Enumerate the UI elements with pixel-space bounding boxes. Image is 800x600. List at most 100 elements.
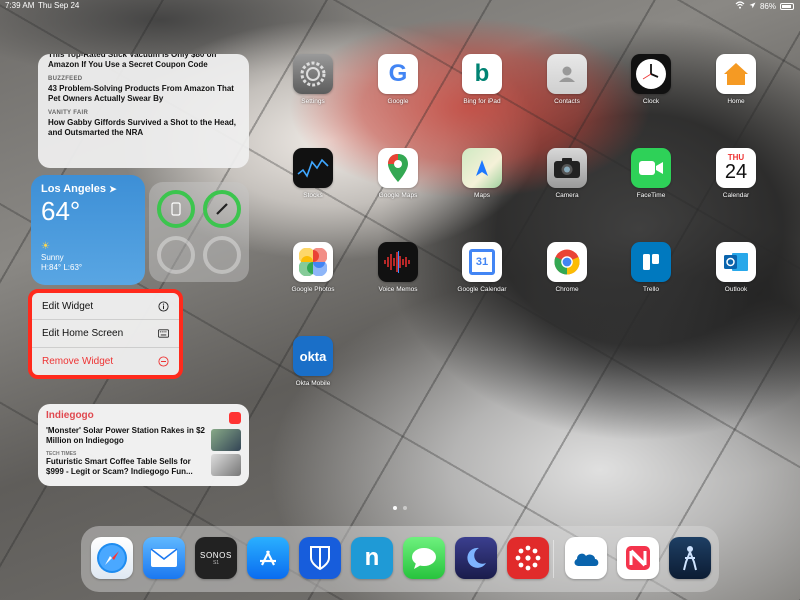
kindle-icon[interactable] — [669, 537, 711, 579]
news-thumbnail — [211, 429, 241, 451]
info-icon — [158, 301, 169, 312]
news-source: BUZZFEED — [48, 76, 83, 82]
status-time: 7:39 AM — [5, 1, 35, 10]
app-camera[interactable]: Camera — [537, 148, 597, 199]
page-indicator[interactable] — [393, 506, 407, 510]
app-clock[interactable]: Clock — [621, 54, 681, 105]
app-label: Outlook — [724, 286, 748, 293]
app-settings[interactable]: Settings — [283, 54, 343, 105]
status-bar: 7:39 AM Thu Sep 24 86% — [0, 0, 800, 12]
facetime-icon — [631, 148, 671, 188]
news-item[interactable]: TECH TIMES Futuristic Smart Coffee Table… — [46, 451, 241, 477]
chrome-icon — [547, 242, 587, 282]
okta-logo-text: okta — [299, 348, 327, 364]
sonos-subtext: S1 — [212, 559, 220, 566]
google-calendar-icon: 31 — [462, 242, 502, 282]
app-trello[interactable]: Trello — [621, 242, 681, 293]
edit-home-screen-item[interactable]: Edit Home Screen — [32, 320, 179, 348]
edit-widget-item[interactable]: Edit Widget — [32, 293, 179, 321]
camera-icon — [547, 148, 587, 188]
app-outlook[interactable]: Outlook — [706, 242, 766, 293]
news-headline: Futuristic Smart Coffee Table Sells for … — [46, 457, 193, 476]
outlook-icon — [716, 242, 756, 282]
app-google[interactable]: G Google — [368, 54, 428, 105]
okta-icon: okta — [293, 336, 333, 376]
mail-icon[interactable] — [143, 537, 185, 579]
news-headline: How Gabby Giffords Survived a Shot to th… — [48, 118, 237, 137]
location-icon — [749, 2, 756, 11]
app-label: Contacts — [554, 98, 580, 105]
messages-icon[interactable] — [403, 537, 445, 579]
app-label: Google Photos — [291, 286, 335, 293]
news-widget[interactable]: This Top-Rated Stick Vacuum Is Only $80 … — [38, 54, 249, 168]
app-home[interactable]: Home — [706, 54, 766, 105]
news-thumbnail — [211, 454, 241, 476]
menu-item-label: Edit Home Screen — [42, 327, 124, 339]
app-stocks[interactable]: Stocks — [283, 148, 343, 199]
app-okta[interactable]: okta Okta Mobile — [283, 336, 343, 387]
app-voice-memos[interactable]: Voice Memos — [368, 242, 428, 293]
sleep-app-icon[interactable] — [455, 537, 497, 579]
news-source: VANITY FAIR — [48, 110, 89, 116]
sun-icon: ☀ — [41, 241, 50, 252]
app-label: Google Calendar — [457, 286, 507, 293]
weather-widget[interactable]: Los Angeles ➤ 64° ☀ Sunny H:84° L:63° — [31, 175, 145, 285]
app-google-photos[interactable]: Google Photos — [283, 242, 343, 293]
app-bing[interactable]: b Bing for iPad — [452, 54, 512, 105]
ipad-icon — [161, 194, 191, 224]
app-store-icon[interactable] — [247, 537, 289, 579]
keyboard-icon — [158, 328, 169, 339]
app-contacts[interactable]: Contacts — [537, 54, 597, 105]
settings-icon — [293, 54, 333, 94]
home-icon — [716, 54, 756, 94]
simplenote-icon[interactable]: n — [351, 537, 393, 579]
maps-icon — [462, 148, 502, 188]
stocks-icon — [293, 148, 333, 188]
sonos-icon[interactable]: SONOS S1 — [195, 537, 237, 579]
pencil-icon — [207, 194, 237, 224]
app-chrome[interactable]: Chrome — [537, 242, 597, 293]
page-dot — [403, 506, 407, 510]
battery-ring — [157, 236, 195, 274]
minus-circle-icon — [158, 356, 169, 367]
news-item[interactable]: This Top-Rated Stick Vacuum Is Only $80 … — [48, 54, 239, 70]
news-icon[interactable] — [617, 537, 659, 579]
calendar-date: 24 — [724, 161, 748, 183]
sonos-logo-text: SONOS — [200, 550, 232, 560]
app-facetime[interactable]: FaceTime — [621, 148, 681, 199]
widget-context-menu: Edit Widget Edit Home Screen Remove Widg… — [28, 289, 183, 379]
indiegogo-news-widget[interactable]: Indiegogo 'Monster' Solar Power Station … — [38, 404, 249, 486]
news-item[interactable]: 'Monster' Solar Power Station Rakes in $… — [46, 426, 241, 451]
news-headline: 43 Problem-Solving Products From Amazon … — [48, 84, 234, 103]
pinwheel-app-icon[interactable] — [507, 537, 549, 579]
app-label: Okta Mobile — [295, 380, 331, 387]
safari-icon[interactable] — [91, 537, 133, 579]
news-headline: 'Monster' Solar Power Station Rakes in $… — [46, 426, 205, 445]
app-google-maps[interactable]: Google Maps — [368, 148, 428, 199]
weather-city-row: Los Angeles ➤ — [41, 183, 135, 195]
app-label: Settings — [301, 98, 325, 105]
app-label: Trello — [642, 286, 659, 293]
app-google-calendar[interactable]: 31 Google Calendar — [452, 242, 512, 293]
wifi-icon — [735, 1, 745, 11]
news-app-icon — [229, 412, 241, 424]
contacts-icon — [547, 54, 587, 94]
news-item[interactable]: VANITY FAIR How Gabby Giffords Survived … — [48, 110, 239, 138]
app-maps[interactable]: Maps — [452, 148, 512, 199]
remove-widget-item[interactable]: Remove Widget — [32, 348, 179, 375]
news-item[interactable]: BUZZFEED 43 Problem-Solving Products Fro… — [48, 76, 239, 104]
dock-divider — [553, 540, 554, 578]
onedrive-icon[interactable] — [565, 537, 607, 579]
battery-ring — [203, 236, 241, 274]
batteries-widget[interactable] — [149, 182, 249, 282]
bitwarden-icon[interactable] — [299, 537, 341, 579]
calendar-icon: THU 24 — [716, 148, 756, 188]
news-headline: This Top-Rated Stick Vacuum Is Only $80 … — [48, 54, 217, 69]
menu-item-label: Edit Widget — [42, 300, 94, 312]
app-label: Google — [387, 98, 409, 105]
battery-icon — [780, 2, 794, 10]
app-label: Bing for iPad — [463, 98, 501, 105]
app-label: Maps — [474, 192, 490, 199]
app-label: Voice Memos — [378, 286, 418, 293]
app-calendar[interactable]: THU 24 Calendar — [706, 148, 766, 199]
